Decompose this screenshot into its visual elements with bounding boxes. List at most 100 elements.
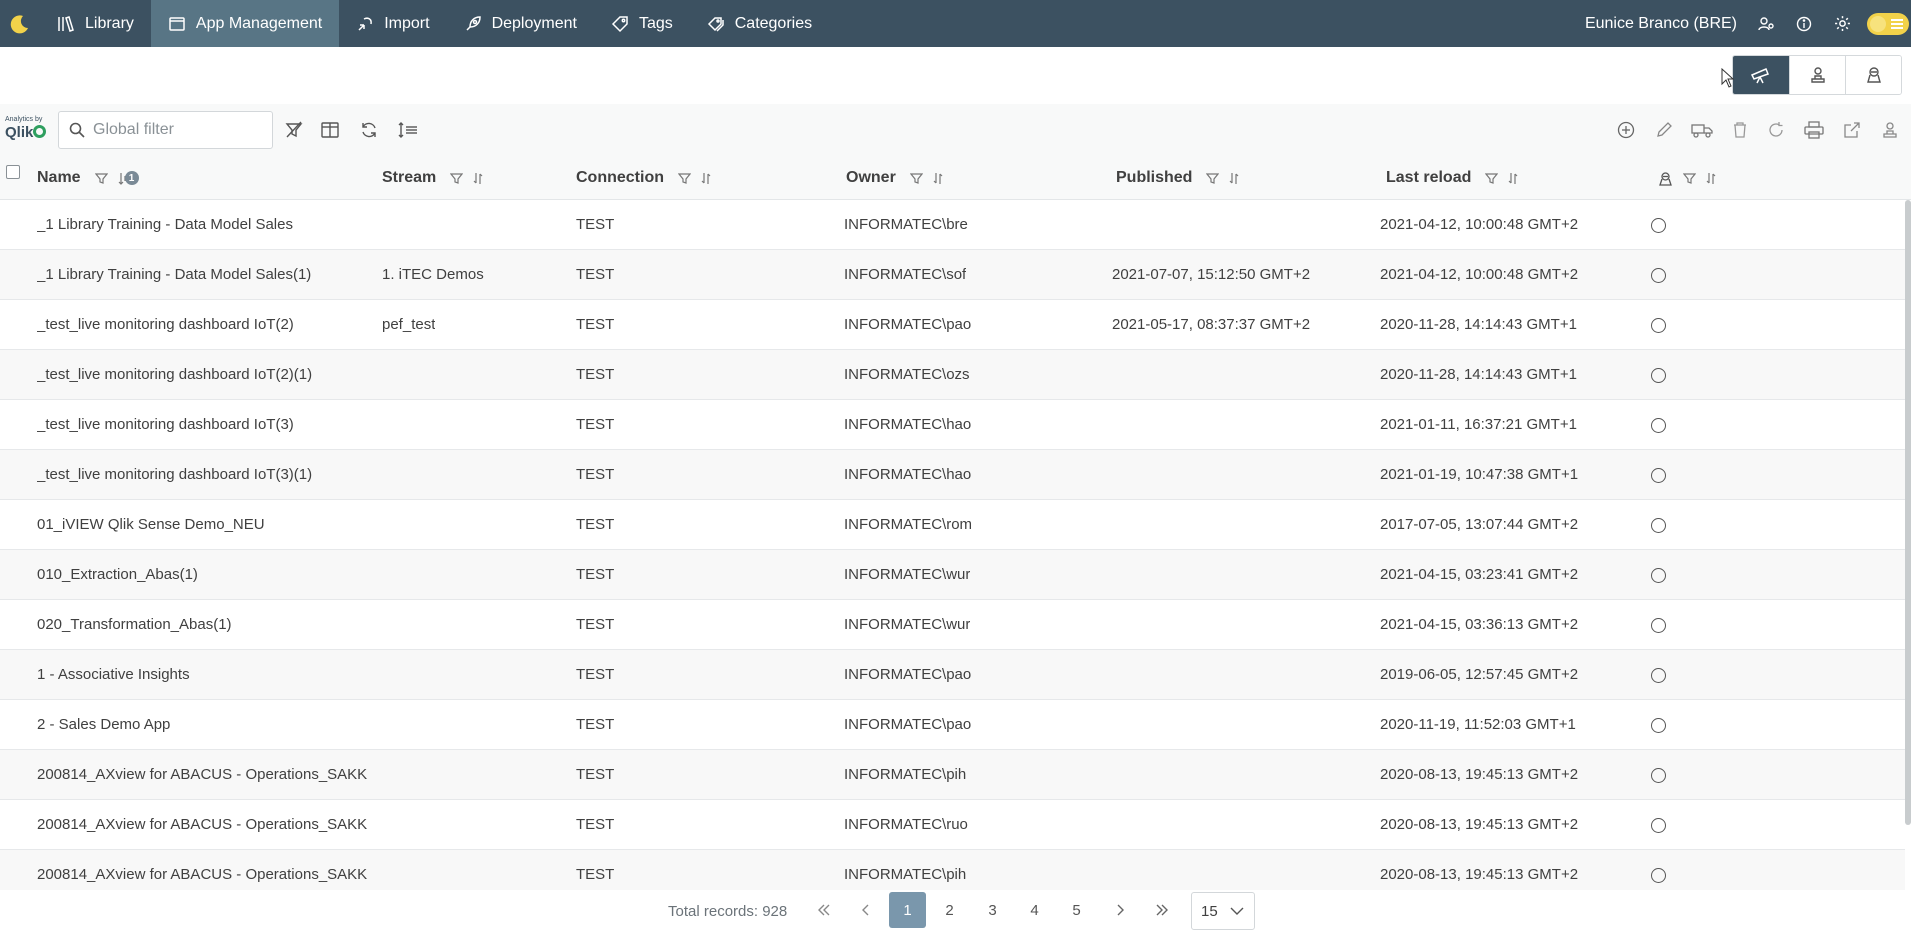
row-status-radio[interactable] bbox=[1651, 468, 1666, 483]
nav-library[interactable]: Library bbox=[40, 0, 151, 47]
column-published[interactable]: Published bbox=[1116, 156, 1249, 200]
row-status-radio[interactable] bbox=[1651, 518, 1666, 533]
table-row[interactable]: 020_Transformation_Abas(1) TEST INFORMATEC… bbox=[0, 600, 1905, 650]
qlik-q-icon bbox=[33, 125, 47, 138]
global-filter-input[interactable] bbox=[93, 121, 263, 139]
row-status-radio[interactable] bbox=[1651, 618, 1666, 633]
filter-icon[interactable] bbox=[1683, 172, 1696, 185]
gear-icon[interactable] bbox=[1823, 0, 1861, 47]
row-status-radio[interactable] bbox=[1651, 568, 1666, 583]
vertical-scrollbar[interactable] bbox=[1905, 200, 1911, 825]
cell-last-reload: 2020-11-28, 14:14:43 GMT+1 bbox=[1380, 316, 1577, 333]
filter-icon[interactable] bbox=[678, 172, 691, 185]
table-row[interactable]: 1 - Associative Insights TEST INFORMATEC\p… bbox=[0, 650, 1905, 700]
column-stream[interactable]: Stream bbox=[382, 156, 493, 200]
row-status-radio[interactable] bbox=[1651, 218, 1666, 233]
next-page-button[interactable] bbox=[1101, 892, 1138, 928]
user-name[interactable]: Eunice Branco (BRE) bbox=[1585, 15, 1737, 33]
filter-icon[interactable] bbox=[1206, 172, 1220, 185]
sort-icon[interactable] bbox=[1706, 172, 1716, 185]
person-upload-action-icon[interactable] bbox=[1877, 117, 1903, 143]
search-icon bbox=[69, 122, 85, 138]
column-owner-label: Owner bbox=[846, 169, 896, 186]
table-row[interactable]: 200814_AXview for ABACUS - Operations_SA… bbox=[0, 800, 1905, 850]
nav-import[interactable]: Import bbox=[339, 0, 446, 47]
cell-published: 2021-07-07, 15:12:50 GMT+2 bbox=[1112, 266, 1311, 283]
row-status-radio[interactable] bbox=[1651, 718, 1666, 733]
filter-icon[interactable] bbox=[450, 172, 464, 185]
column-last-reload[interactable]: Last reload bbox=[1386, 156, 1528, 200]
cell-name: 01_iVIEW Qlik Sense Demo_NEU bbox=[37, 516, 265, 533]
print-icon[interactable] bbox=[1801, 117, 1827, 143]
view-upload-button[interactable] bbox=[1789, 56, 1845, 94]
row-height-icon[interactable] bbox=[395, 117, 421, 143]
column-name[interactable]: Name 1 bbox=[37, 156, 149, 200]
table-row[interactable]: 2 - Sales Demo App TEST INFORMATEC\pao 2020… bbox=[0, 700, 1905, 750]
delete-icon[interactable] bbox=[1727, 117, 1753, 143]
edit-icon[interactable] bbox=[1651, 117, 1677, 143]
view-owner-button[interactable] bbox=[1845, 56, 1901, 94]
page-3-button[interactable]: 3 bbox=[974, 892, 1011, 928]
table-row[interactable]: 200814_AXview for ABACUS - Operations_SA… bbox=[0, 850, 1905, 890]
sort-icon[interactable] bbox=[1508, 172, 1518, 185]
table-row[interactable]: _1 Library Training - Data Model Sales TE… bbox=[0, 200, 1905, 250]
row-status-radio[interactable] bbox=[1651, 668, 1666, 683]
reload-icon[interactable] bbox=[1763, 117, 1789, 143]
export-icon[interactable] bbox=[1839, 117, 1865, 143]
nav-app-management[interactable]: App Management bbox=[150, 0, 340, 47]
theme-toggle[interactable] bbox=[1867, 12, 1909, 35]
page-size-select[interactable]: 15 bbox=[1191, 892, 1255, 930]
page-5-button[interactable]: 5 bbox=[1058, 892, 1095, 928]
row-status-radio[interactable] bbox=[1651, 268, 1666, 283]
row-status-radio[interactable] bbox=[1651, 418, 1666, 433]
column-owner[interactable]: Owner bbox=[846, 156, 953, 200]
column-owner-badge[interactable] bbox=[1658, 156, 1726, 200]
table-row[interactable]: _test_live monitoring dashboard IoT(2)(1… bbox=[0, 350, 1905, 400]
info-icon[interactable] bbox=[1785, 0, 1823, 47]
row-status-radio[interactable] bbox=[1651, 818, 1666, 833]
table-body: _1 Library Training - Data Model Sales TE… bbox=[0, 200, 1905, 890]
truck-icon[interactable] bbox=[1689, 117, 1715, 143]
view-telescope-button[interactable] bbox=[1733, 56, 1789, 94]
user-settings-icon[interactable] bbox=[1747, 0, 1785, 47]
sort-icon[interactable] bbox=[933, 172, 943, 185]
table-row[interactable]: 200814_AXview for ABACUS - Operations_SA… bbox=[0, 750, 1905, 800]
total-records: Total records: 928 bbox=[668, 903, 788, 920]
table-row[interactable]: 010_Extraction_Abas(1) TEST INFORMATEC\wur… bbox=[0, 550, 1905, 600]
refresh-icon[interactable] bbox=[356, 117, 382, 143]
table-row[interactable]: _1 Library Training - Data Model Sales(1… bbox=[0, 250, 1905, 300]
table-row[interactable]: _test_live monitoring dashboard IoT(3) TE… bbox=[0, 400, 1905, 450]
previous-page-button[interactable] bbox=[847, 892, 884, 928]
row-status-radio[interactable] bbox=[1651, 768, 1666, 783]
first-page-button[interactable] bbox=[805, 892, 842, 928]
sort-icon[interactable] bbox=[473, 172, 483, 185]
row-status-radio[interactable] bbox=[1651, 318, 1666, 333]
row-status-radio[interactable] bbox=[1651, 368, 1666, 383]
sort-icon[interactable] bbox=[1229, 172, 1239, 185]
nav-deployment[interactable]: Deployment bbox=[447, 0, 594, 47]
table-row[interactable]: _test_live monitoring dashboard IoT(2) pe… bbox=[0, 300, 1905, 350]
select-all-checkbox[interactable] bbox=[6, 165, 20, 179]
columns-icon[interactable] bbox=[317, 117, 343, 143]
filter-icon[interactable] bbox=[1485, 172, 1499, 185]
page-4-button[interactable]: 4 bbox=[1016, 892, 1053, 928]
sort-icon[interactable] bbox=[701, 172, 711, 185]
table-row[interactable]: 01_iVIEW Qlik Sense Demo_NEU TEST INFORMAT… bbox=[0, 500, 1905, 550]
filter-icon[interactable] bbox=[94, 172, 108, 185]
last-page-button[interactable] bbox=[1143, 892, 1180, 928]
column-connection[interactable]: Connection bbox=[576, 156, 721, 200]
sort-ascending-icon[interactable]: 1 bbox=[118, 171, 139, 185]
chevron-down-icon bbox=[1230, 907, 1244, 915]
cell-owner: INFORMATEC\wur bbox=[844, 566, 971, 583]
filter-icon[interactable] bbox=[909, 172, 923, 185]
nav-categories[interactable]: Categories bbox=[690, 0, 829, 47]
add-icon[interactable] bbox=[1613, 117, 1639, 143]
table-row[interactable]: _test_live monitoring dashboard IoT(3)(1… bbox=[0, 450, 1905, 500]
page-2-button[interactable]: 2 bbox=[931, 892, 968, 928]
clear-filter-icon[interactable] bbox=[281, 117, 307, 143]
moon-logo-icon[interactable] bbox=[0, 0, 40, 47]
nav-tags[interactable]: Tags bbox=[594, 0, 690, 47]
cell-last-reload: 2017-07-05, 13:07:44 GMT+2 bbox=[1380, 516, 1579, 533]
page-1-button[interactable]: 1 bbox=[889, 892, 926, 928]
row-status-radio[interactable] bbox=[1651, 868, 1666, 883]
